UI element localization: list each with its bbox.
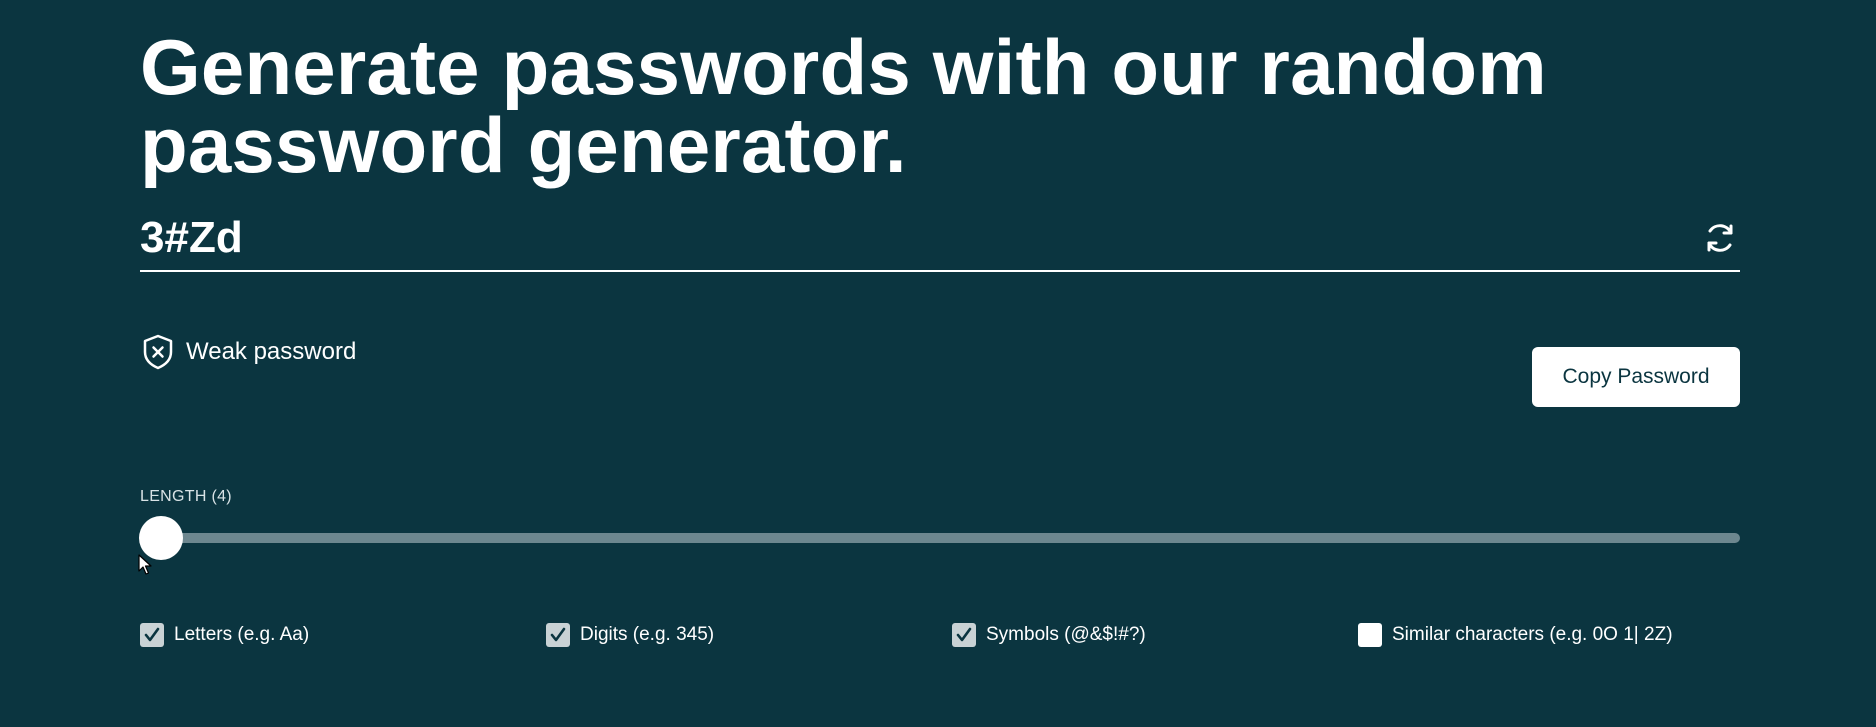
page-title: Generate passwords with our random passw… (140, 28, 1640, 184)
password-field-row (140, 208, 1740, 272)
password-output[interactable] (140, 212, 1640, 264)
password-generator-page: Generate passwords with our random passw… (0, 0, 1876, 727)
digits-checkbox[interactable] (546, 623, 570, 647)
length-label: LENGTH (4) (140, 488, 232, 505)
mouse-pointer-icon (138, 554, 152, 575)
option-similar-characters[interactable]: Similar characters (e.g. 0O 1| 2Z) (1358, 623, 1673, 647)
refresh-icon (1707, 224, 1733, 252)
digits-label: Digits (e.g. 345) (580, 624, 715, 645)
similar-characters-label: Similar characters (e.g. 0O 1| 2Z) (1392, 624, 1673, 645)
password-strength-indicator: Weak password (140, 333, 356, 371)
regenerate-button[interactable] (1700, 218, 1740, 258)
character-options: Letters (e.g. Aa) Digits (e.g. 345) Symb… (140, 623, 1760, 651)
copy-password-button[interactable]: Copy Password (1532, 347, 1740, 407)
letters-label: Letters (e.g. Aa) (174, 624, 310, 645)
strength-label: Weak password (186, 338, 357, 365)
shield-x-icon (143, 334, 173, 370)
title-line-2: password generator. (140, 101, 907, 189)
length-slider-track[interactable] (140, 533, 1740, 543)
symbols-checkbox[interactable] (952, 623, 976, 647)
option-letters[interactable]: Letters (e.g. Aa) (140, 623, 309, 647)
checkmark-icon (144, 627, 160, 642)
option-symbols[interactable]: Symbols (@&$!#?) (952, 623, 1146, 647)
letters-checkbox[interactable] (140, 623, 164, 647)
checkmark-icon (956, 627, 972, 642)
symbols-label: Symbols (@&$!#?) (986, 624, 1146, 645)
option-digits[interactable]: Digits (e.g. 345) (546, 623, 714, 647)
similar-characters-checkbox[interactable] (1358, 623, 1382, 647)
title-line-1: Generate passwords with our random (140, 23, 1547, 111)
checkmark-icon (550, 627, 566, 642)
